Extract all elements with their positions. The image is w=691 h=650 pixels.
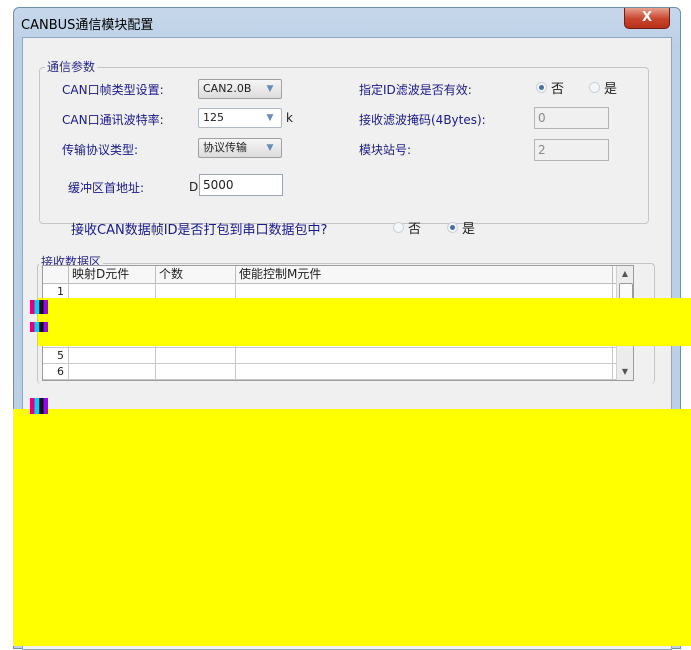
baud-select[interactable]: 125 ▼ — [198, 108, 282, 128]
grid-header-d[interactable]: 映射D元件 — [69, 266, 156, 283]
cell-m[interactable] — [236, 364, 613, 379]
filter-valid-label: 指定ID滤波是否有效: — [359, 83, 472, 97]
station-label: 模块站号: — [359, 143, 412, 157]
frame-type-select[interactable]: CAN2.0B ▼ — [198, 79, 282, 99]
redaction-overlay-bottom — [13, 409, 691, 646]
protocol-select[interactable]: 协议传输 ▼ — [198, 138, 282, 158]
protocol-value: 协议传输 — [203, 141, 247, 154]
cell-d[interactable] — [69, 364, 156, 379]
station-input[interactable]: 2 — [534, 139, 609, 161]
glitch-artifact — [30, 300, 48, 314]
filter-valid-no-label: 否 — [551, 82, 565, 97]
radio-dot — [393, 222, 404, 233]
include-id-no-label: 否 — [408, 222, 422, 237]
include-id-yes-radio[interactable]: 是 — [447, 218, 475, 237]
chevron-down-icon: ▼ — [266, 113, 274, 123]
scroll-down-icon[interactable]: ▼ — [617, 364, 633, 380]
grid-header-count[interactable]: 个数 — [156, 266, 236, 283]
row-number: 5 — [43, 348, 69, 363]
include-id-no-radio[interactable]: 否 — [393, 218, 421, 237]
cell-count[interactable] — [156, 364, 236, 379]
frame-type-value: CAN2.0B — [203, 82, 252, 95]
title-bar[interactable]: CANBUS通信模块配置 X — [14, 8, 680, 36]
include-id-label: 接收CAN数据帧ID是否打包到串口数据包中? — [71, 223, 328, 238]
mask-input[interactable]: 0 — [534, 107, 609, 129]
mask-label: 接收滤波掩码(4Bytes): — [359, 113, 486, 127]
filter-valid-no-radio[interactable]: 否 — [536, 78, 564, 97]
window-title: CANBUS通信模块配置 — [21, 18, 154, 33]
close-button[interactable]: X — [624, 8, 670, 29]
close-icon: X — [641, 10, 653, 25]
radio-dot — [447, 222, 458, 233]
row-number: 1 — [43, 284, 69, 299]
cell-count[interactable] — [156, 284, 236, 299]
buffer-label: 缓冲区首地址: — [68, 181, 145, 195]
row-number: 6 — [43, 364, 69, 379]
filter-valid-yes-radio[interactable]: 是 — [589, 78, 617, 97]
cell-count[interactable] — [156, 348, 236, 363]
cell-m[interactable] — [236, 348, 613, 363]
table-row[interactable]: 6 — [43, 364, 633, 380]
protocol-label: 传输协议类型: — [62, 143, 139, 157]
include-id-yes-label: 是 — [462, 222, 476, 237]
station-value: 2 — [538, 143, 546, 157]
baud-label: CAN口通讯波特率: — [62, 113, 164, 127]
radio-dot — [536, 82, 547, 93]
grid-header-m[interactable]: 使能控制M元件 — [236, 266, 613, 283]
table-row[interactable]: 5 — [43, 348, 633, 364]
radio-dot — [589, 82, 600, 93]
redaction-overlay-band — [38, 298, 691, 346]
baud-value: 125 — [203, 111, 224, 124]
scroll-up-icon[interactable]: ▲ — [617, 266, 633, 282]
glitch-artifact — [30, 322, 48, 332]
cell-d[interactable] — [69, 348, 156, 363]
chevron-down-icon: ▼ — [266, 84, 274, 94]
mask-value: 0 — [538, 111, 546, 125]
frame-type-label: CAN口帧类型设置: — [62, 83, 164, 97]
baud-unit: k — [286, 111, 293, 125]
buffer-prefix: D — [189, 180, 199, 194]
glitch-artifact — [30, 398, 48, 414]
grid-header-row: 映射D元件 个数 使能控制M元件 — [43, 266, 633, 284]
buffer-address-input[interactable]: 5000 — [199, 174, 283, 196]
chevron-down-icon: ▼ — [266, 143, 274, 153]
buffer-address-value: 5000 — [203, 178, 234, 192]
cell-d[interactable] — [69, 284, 156, 299]
grid-header-rownum — [43, 266, 69, 283]
comm-params-legend: 通信参数 — [45, 58, 98, 75]
filter-valid-yes-label: 是 — [604, 82, 618, 97]
cell-m[interactable] — [236, 284, 613, 299]
